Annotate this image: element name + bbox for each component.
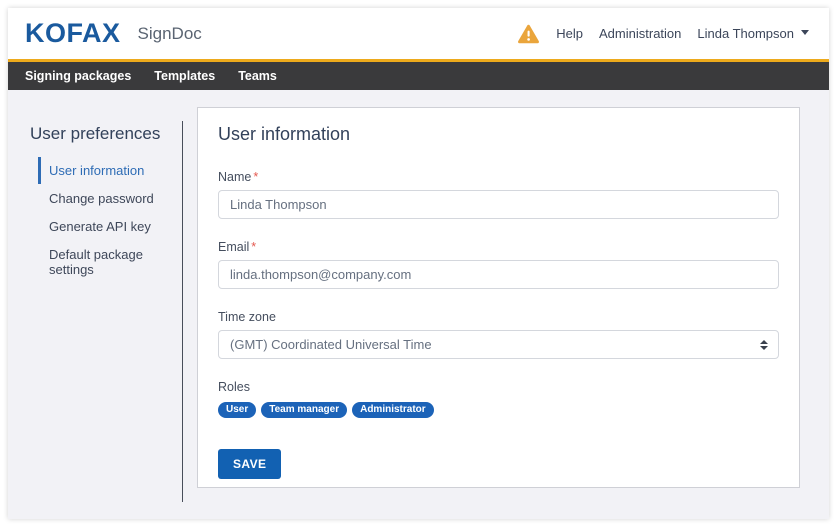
timezone-label: Time zone	[218, 310, 779, 324]
timezone-selected-value: (GMT) Coordinated Universal Time	[230, 337, 432, 352]
role-badge-user: User	[218, 402, 256, 418]
name-field-group: Name*	[218, 170, 779, 219]
sidebar-item-default-package-settings[interactable]: Default package settings	[38, 241, 189, 283]
name-label: Name*	[218, 170, 779, 184]
product-name: SignDoc	[138, 24, 202, 44]
sidebar-item-generate-api-key[interactable]: Generate API key	[38, 213, 189, 240]
user-information-panel: User information Name* Email* Time zone …	[197, 107, 800, 488]
kofax-logo[interactable]: KOFAX	[25, 18, 121, 49]
nav-item-signing-packages[interactable]: Signing packages	[25, 69, 131, 83]
top-bar: KOFAX SignDoc Help Administration Linda …	[8, 8, 829, 59]
user-menu-label: Linda Thompson	[697, 26, 794, 41]
chevron-down-icon	[801, 30, 809, 35]
select-updown-icon	[760, 340, 768, 350]
top-bar-right: Help Administration Linda Thompson	[517, 24, 809, 44]
save-button[interactable]: SAVE	[218, 449, 281, 479]
administration-link[interactable]: Administration	[599, 26, 681, 41]
email-label: Email*	[218, 240, 779, 254]
timezone-field-group: Time zone (GMT) Coordinated Universal Ti…	[218, 310, 779, 359]
roles-field-group: Roles User Team manager Administrator	[218, 380, 779, 418]
sidebar-list: User information Change password Generat…	[8, 157, 189, 283]
sidebar: User preferences User information Change…	[8, 90, 189, 284]
sidebar-item-change-password[interactable]: Change password	[38, 185, 189, 212]
nav-item-templates[interactable]: Templates	[154, 69, 215, 83]
required-asterisk: *	[251, 240, 256, 254]
email-field-group: Email*	[218, 240, 779, 289]
app-window: KOFAX SignDoc Help Administration Linda …	[8, 8, 829, 519]
user-menu[interactable]: Linda Thompson	[697, 26, 809, 41]
timezone-select[interactable]: (GMT) Coordinated Universal Time	[218, 330, 779, 359]
sidebar-item-user-information[interactable]: User information	[38, 157, 189, 184]
vertical-divider	[182, 121, 183, 502]
role-badge-administrator: Administrator	[352, 402, 434, 418]
panel-title: User information	[218, 124, 779, 145]
roles-badges: User Team manager Administrator	[218, 402, 779, 418]
main-nav: Signing packages Templates Teams	[8, 62, 829, 90]
role-badge-team-manager: Team manager	[261, 402, 347, 418]
nav-item-teams[interactable]: Teams	[238, 69, 277, 83]
email-input[interactable]	[218, 260, 779, 289]
name-label-text: Name	[218, 170, 251, 184]
content-area: User preferences User information Change…	[8, 90, 829, 519]
name-input[interactable]	[218, 190, 779, 219]
required-asterisk: *	[253, 170, 258, 184]
roles-label: Roles	[218, 380, 779, 394]
warning-icon[interactable]	[517, 24, 540, 44]
sidebar-title: User preferences	[30, 124, 189, 144]
help-link[interactable]: Help	[556, 26, 583, 41]
email-label-text: Email	[218, 240, 249, 254]
